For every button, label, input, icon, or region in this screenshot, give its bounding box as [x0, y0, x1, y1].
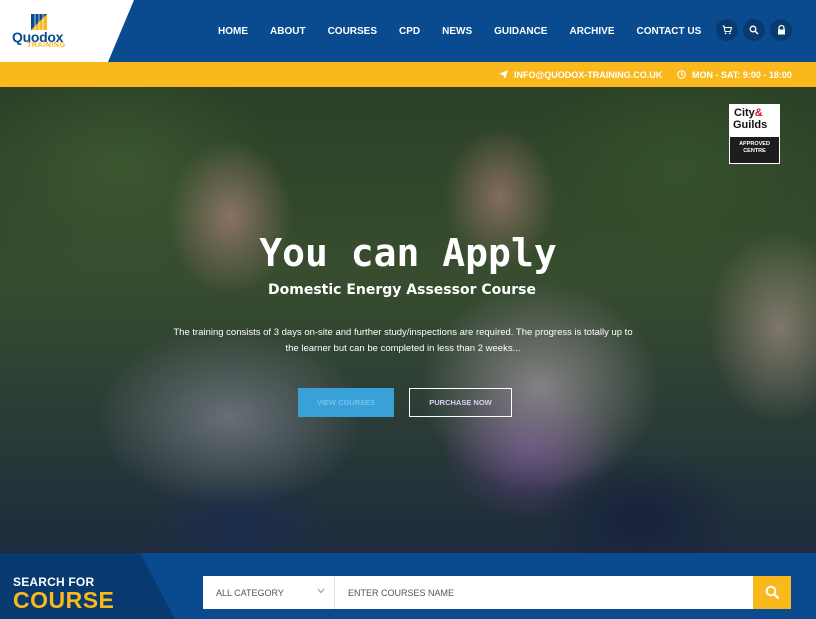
logo[interactable]: Quodox TRAINING [0, 0, 160, 62]
header-icons [716, 19, 792, 41]
badge-ampersand: & [754, 107, 763, 119]
logo-mark-icon [31, 14, 47, 30]
hero-title: You can Apply [259, 231, 557, 275]
badge-logo-area: City& Guilds [730, 105, 779, 137]
nav-contact-us[interactable]: CONTACT US [626, 26, 713, 37]
site-header: Quodox TRAINING HOME ABOUT COURSES CPD N… [0, 0, 816, 62]
search-heading-bottom: COURSE [13, 587, 115, 613]
clock-icon [677, 70, 686, 79]
purchase-now-button[interactable]: PURCHASE NOW [409, 388, 512, 417]
opening-hours: MON - SAT: 9:00 - 18:00 [677, 62, 792, 87]
info-bar: INFO@QUODOX-TRAINING.CO.UK MON - SAT: 9:… [0, 62, 816, 87]
send-icon [499, 70, 508, 79]
nav-cpd[interactable]: CPD [388, 26, 431, 37]
view-courses-button[interactable]: VIEW COURSES [298, 388, 394, 417]
hero-subtitle: Domestic Energy Assessor Course [268, 282, 536, 298]
lock-icon[interactable] [770, 19, 792, 41]
hero-overlay [0, 87, 816, 553]
nav-guidance[interactable]: GUIDANCE [483, 26, 558, 37]
hero-description: The training consists of 3 days on-site … [173, 327, 633, 354]
email-contact[interactable]: INFO@QUODOX-TRAINING.CO.UK [499, 62, 662, 87]
hero-banner: City& Guilds APPROVED CENTRE You can App… [0, 87, 816, 553]
search-icon [765, 585, 779, 600]
category-select-value: ALL CATEGORY [216, 587, 284, 598]
nav-archive[interactable]: ARCHIVE [558, 26, 625, 37]
chevron-down-icon [317, 588, 325, 594]
nav-courses[interactable]: COURSES [317, 26, 388, 37]
badge-centre: CENTRE [743, 148, 766, 154]
course-search-input[interactable] [335, 576, 753, 609]
hours-text: MON - SAT: 9:00 - 18:00 [692, 69, 792, 80]
badge-approved: APPROVED [739, 141, 770, 147]
city-guilds-badge: City& Guilds APPROVED CENTRE [729, 104, 780, 164]
nav-home[interactable]: HOME [207, 26, 259, 37]
nav-news[interactable]: NEWS [431, 26, 483, 37]
badge-guilds: Guilds [733, 119, 768, 131]
search-icon[interactable] [743, 19, 765, 41]
course-search-bar: SEARCH FOR COURSE ALL CATEGORY [0, 553, 816, 619]
category-select[interactable]: ALL CATEGORY [203, 576, 335, 609]
main-nav: HOME ABOUT COURSES CPD NEWS GUIDANCE ARC… [207, 0, 712, 62]
badge-city: City [734, 107, 755, 119]
search-submit-button[interactable] [753, 576, 791, 609]
email-text: INFO@QUODOX-TRAINING.CO.UK [514, 69, 663, 80]
nav-about[interactable]: ABOUT [259, 26, 317, 37]
cart-icon[interactable] [716, 19, 738, 41]
logo-tagline: TRAINING [27, 42, 66, 49]
